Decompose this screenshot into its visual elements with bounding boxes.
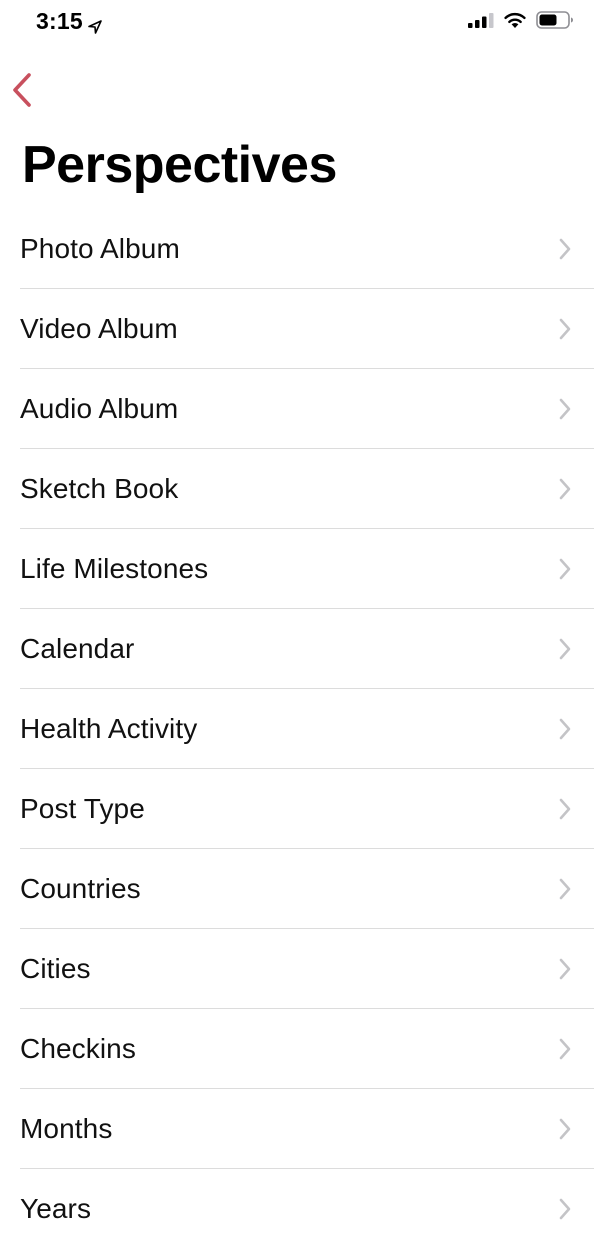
list-item-years[interactable]: Years: [0, 1169, 594, 1249]
list-item-life-milestones[interactable]: Life Milestones: [0, 529, 594, 609]
list-item-label: Sketch Book: [20, 473, 179, 504]
perspectives-list: Photo Album Video Album Audio Album Sket…: [0, 209, 594, 1249]
page-title: Perspectives: [22, 136, 337, 194]
status-time-text: 3:15: [36, 8, 83, 34]
chevron-right-icon: [559, 958, 571, 980]
chevron-right-icon: [559, 878, 571, 900]
chevron-right-icon: [559, 558, 571, 580]
chevron-right-icon: [559, 1038, 571, 1060]
list-item-video-album[interactable]: Video Album: [0, 289, 594, 369]
list-item-photo-album[interactable]: Photo Album: [0, 209, 594, 289]
chevron-right-icon: [559, 638, 571, 660]
list-item-audio-album[interactable]: Audio Album: [0, 369, 594, 449]
chevron-left-icon: [11, 72, 33, 113]
list-item-label: Post Type: [20, 793, 145, 824]
list-item-label: Audio Album: [20, 393, 179, 424]
list-item-label: Photo Album: [20, 233, 180, 264]
list-item-label: Video Album: [20, 313, 178, 344]
chevron-right-icon: [559, 798, 571, 820]
status-time: 3:15: [36, 8, 103, 35]
cellular-signal-icon: [468, 12, 494, 33]
list-item-checkins[interactable]: Checkins: [0, 1009, 594, 1089]
chevron-right-icon: [559, 398, 571, 420]
list-item-health-activity[interactable]: Health Activity: [0, 689, 594, 769]
list-item-label: Months: [20, 1113, 113, 1144]
list-item-post-type[interactable]: Post Type: [0, 769, 594, 849]
status-indicators: [468, 11, 574, 34]
list-item-label: Countries: [20, 873, 141, 904]
list-item-label: Health Activity: [20, 713, 198, 744]
chevron-right-icon: [559, 478, 571, 500]
chevron-right-icon: [559, 1198, 571, 1220]
back-button[interactable]: [6, 72, 38, 112]
list-item-sketch-book[interactable]: Sketch Book: [0, 449, 594, 529]
list-item-label: Years: [20, 1193, 92, 1224]
list-item-cities[interactable]: Cities: [0, 929, 594, 1009]
list-item-label: Cities: [20, 953, 91, 984]
list-item-label: Life Milestones: [20, 553, 209, 584]
chevron-right-icon: [559, 238, 571, 260]
chevron-right-icon: [559, 1118, 571, 1140]
chevron-right-icon: [559, 718, 571, 740]
status-bar: 3:15: [0, 0, 594, 44]
wifi-icon: [503, 11, 527, 34]
location-arrow-icon: [87, 14, 103, 34]
list-item-calendar[interactable]: Calendar: [0, 609, 594, 689]
list-item-label: Checkins: [20, 1033, 136, 1064]
list-item-label: Calendar: [20, 633, 135, 664]
battery-icon: [536, 11, 574, 34]
chevron-right-icon: [559, 318, 571, 340]
list-item-countries[interactable]: Countries: [0, 849, 594, 929]
list-item-months[interactable]: Months: [0, 1089, 594, 1169]
